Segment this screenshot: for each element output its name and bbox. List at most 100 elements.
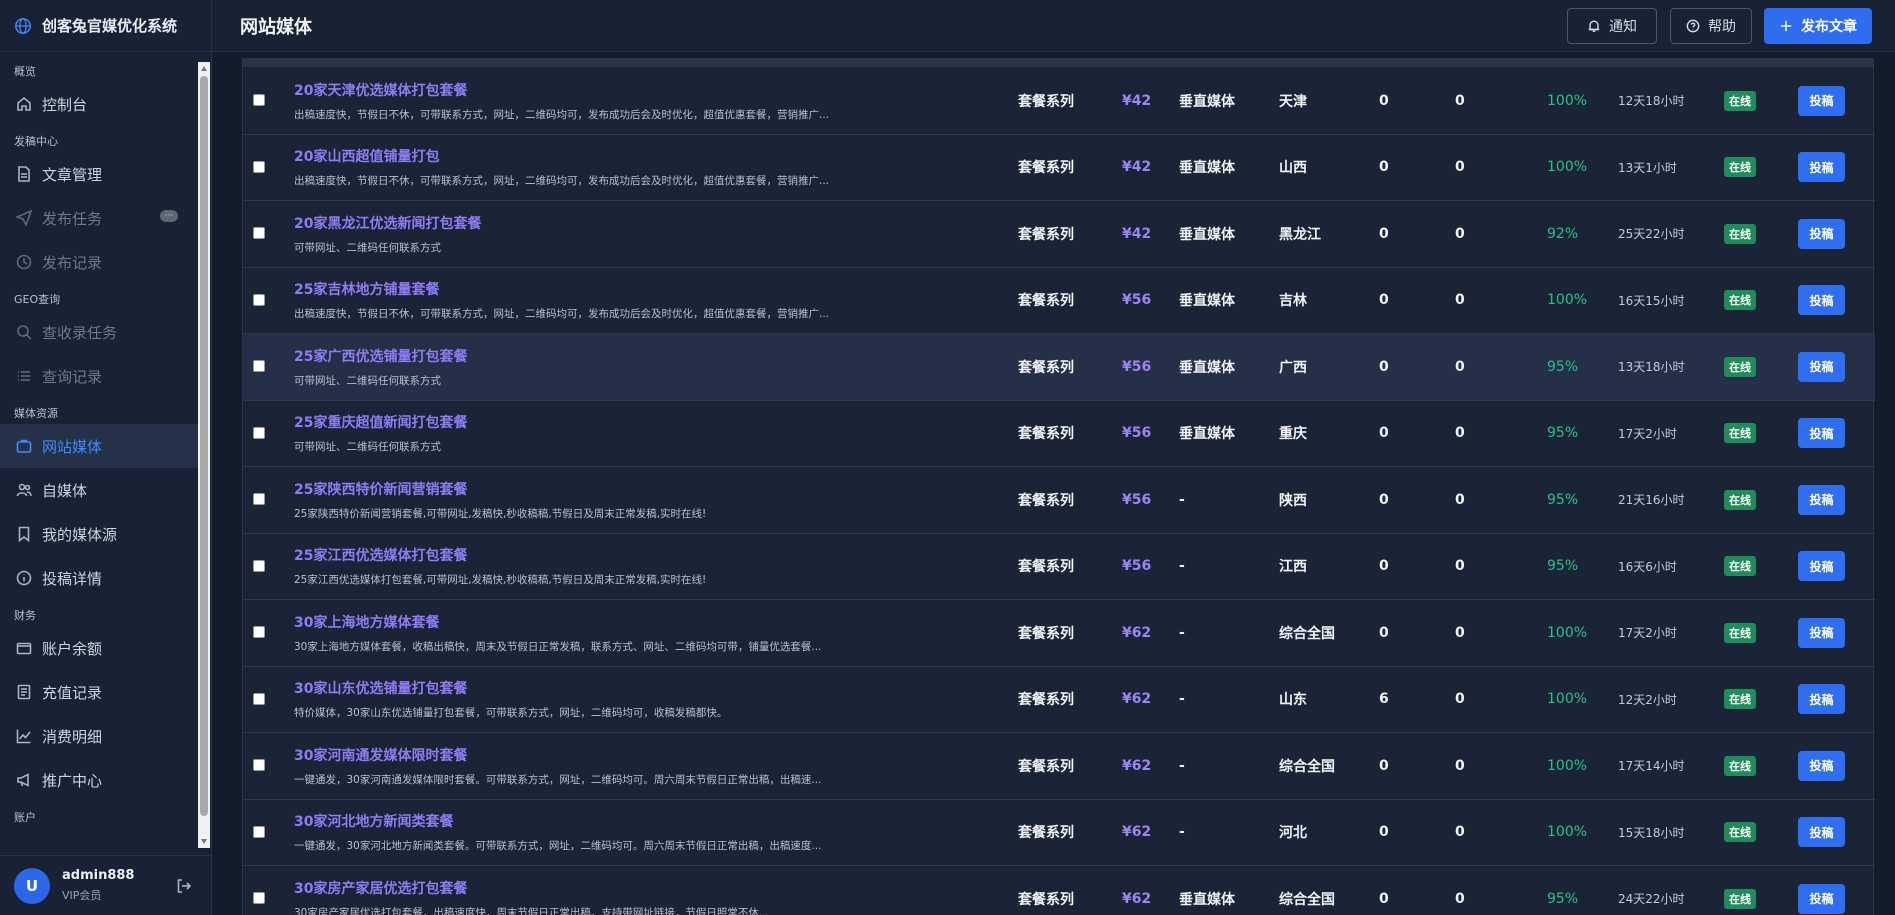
media-desc: 特价媒体，30家山东优选铺量打包套餐，可带联系方式，网址，二维码均可，收稿发稿都… — [294, 707, 728, 720]
count-cell-2: 0 — [1455, 92, 1465, 109]
table-row[interactable]: 20家天津优选媒体打包套餐 出稿速度快，节假日不休，可带联系方式，网址，二维码均可… — [243, 68, 1875, 135]
media-title[interactable]: 30家河北地方新闻类套餐 — [294, 811, 453, 831]
sidebar-item-dashboard[interactable]: 控制台 — [0, 82, 198, 126]
type-cell: 垂直媒体 — [1179, 160, 1235, 177]
submit-button[interactable]: 投稿 — [1798, 684, 1845, 715]
table-row[interactable]: 30家房产家居优选打包套餐 30家房产家居优选打包套餐，出稿速度快，周末节假日正常… — [243, 866, 1875, 915]
submit-button[interactable]: 投稿 — [1798, 418, 1845, 449]
logout-icon[interactable] — [176, 878, 192, 894]
publish-article-button[interactable]: 发布文章 — [1764, 8, 1872, 44]
table-row[interactable]: 30家河南通发媒体限时套餐 一键通发，30家河南通发媒体限时套餐。可带联系方式，网… — [243, 733, 1875, 800]
row-checkbox[interactable] — [253, 559, 265, 572]
type-cell: - — [1179, 691, 1185, 708]
price-cell: ¥62 — [1122, 757, 1152, 774]
table-row[interactable]: 25家江西优选媒体打包套餐 25家江西优选媒体打包套餐,可带网址,发稿快,秒收稿稿… — [243, 534, 1875, 600]
sidebar-item-recharge[interactable]: 充值记录 — [0, 670, 198, 714]
row-checkbox[interactable] — [253, 360, 265, 372]
avatar[interactable]: U — [14, 867, 50, 904]
sidebar-item-submission-detail[interactable]: 投稿详情 — [0, 556, 198, 600]
table-row[interactable]: 20家黑龙江优选新闻打包套餐 可带网址、二维码任何联系方式 套餐系列 ¥42 垂直媒体 黑… — [243, 201, 1875, 268]
row-checkbox[interactable] — [253, 94, 265, 106]
submit-button[interactable]: 投稿 — [1798, 817, 1845, 848]
table-row[interactable]: 25家重庆超值新闻打包套餐 可带网址、二维码任何联系方式 套餐系列 ¥56 垂直媒体 重庆… — [243, 401, 1875, 467]
submit-button[interactable]: 投稿 — [1798, 883, 1845, 914]
status-cell: 在线 — [1724, 866, 1756, 915]
region-cell: 陕西 — [1279, 492, 1307, 509]
media-title[interactable]: 25家广西优选铺量打包套餐 — [294, 346, 467, 366]
region-cell: 天津 — [1279, 93, 1307, 110]
media-desc: 30家房产家居优选打包套餐，出稿速度快，周末节假日正常出稿，支持带网址链接，节假… — [294, 906, 769, 915]
submit-button[interactable]: 投稿 — [1798, 617, 1845, 648]
media-title[interactable]: 20家天津优选媒体打包套餐 — [294, 80, 467, 100]
media-title[interactable]: 25家吉林地方铺量套餐 — [294, 279, 439, 299]
submit-button[interactable]: 投稿 — [1798, 551, 1845, 582]
media-title[interactable]: 25家江西优选媒体打包套餐 — [294, 545, 467, 565]
series-cell: 套餐系列 — [1018, 160, 1074, 177]
sidebar-item-website-media[interactable]: 网站媒体 — [0, 424, 198, 468]
submit-button[interactable]: 投稿 — [1798, 750, 1845, 781]
scroll-up-icon[interactable] — [201, 66, 207, 71]
media-title[interactable]: 25家陕西特价新闻营销套餐 — [294, 479, 467, 499]
row-checkbox[interactable] — [253, 692, 265, 705]
sidebar-item-promotion[interactable]: 推广中心 — [0, 758, 198, 802]
row-checkbox[interactable] — [253, 293, 265, 306]
table-row[interactable]: 30家上海地方媒体套餐 30家上海地方媒体套餐，收稿出稿快，周末及节假日正常发稿，… — [243, 600, 1875, 667]
series-cell: 套餐系列 — [1018, 359, 1074, 376]
row-checkbox[interactable] — [253, 626, 265, 638]
media-title[interactable]: 30家上海地方媒体套餐 — [294, 612, 439, 632]
submit-button[interactable]: 投稿 — [1798, 85, 1845, 116]
action-cell: 投稿 — [1798, 268, 1845, 334]
sidebar-scrollbar[interactable] — [198, 62, 210, 848]
media-title[interactable]: 20家山西超值铺量打包 — [294, 146, 439, 166]
user-name: admin888 — [62, 868, 135, 883]
scroll-down-icon[interactable] — [201, 839, 207, 844]
sidebar-item-consumption[interactable]: 消费明细 — [0, 714, 198, 758]
sidebar-item-index-task[interactable]: 查收录任务 — [0, 310, 198, 354]
table-row[interactable]: 30家河北地方新闻类套餐 一键通发，30家河北地方新闻类套餐。可带联系方式，网址，… — [243, 800, 1875, 866]
sidebar-item-self-media[interactable]: 自媒体 — [0, 468, 198, 512]
help-button[interactable]: 帮助 — [1670, 8, 1752, 44]
row-checkbox[interactable] — [253, 892, 265, 904]
row-checkbox[interactable] — [253, 825, 265, 838]
type-cell: 垂直媒体 — [1179, 226, 1235, 243]
task-count-badge: ··· — [160, 210, 178, 222]
sidebar-item-my-sources[interactable]: 我的媒体源 — [0, 512, 198, 556]
sidebar-item-tasks[interactable]: 发布任务 ··· — [0, 196, 198, 240]
submit-button[interactable]: 投稿 — [1798, 484, 1845, 515]
media-title[interactable]: 30家房产家居优选打包套餐 — [294, 878, 467, 898]
row-checkbox[interactable] — [253, 426, 265, 439]
time-cell: 12天2小时 — [1618, 692, 1677, 707]
row-checkbox[interactable] — [253, 493, 265, 505]
row-checkbox[interactable] — [253, 759, 265, 771]
table-row[interactable]: 25家陕西特价新闻营销套餐 25家陕西特价新闻营销套餐,可带网址,发稿快,秒收稿稿… — [243, 467, 1875, 534]
brand[interactable]: 创客兔官媒优化系统 — [0, 0, 211, 52]
media-title[interactable]: 25家重庆超值新闻打包套餐 — [294, 412, 467, 432]
submit-button[interactable]: 投稿 — [1798, 218, 1845, 249]
sidebar-item-records[interactable]: 发布记录 — [0, 240, 198, 284]
row-checkbox[interactable] — [253, 160, 265, 173]
media-title[interactable]: 30家山东优选铺量打包套餐 — [294, 678, 467, 698]
submit-button[interactable]: 投稿 — [1798, 285, 1845, 316]
sidebar-item-label: 查收录任务 — [42, 323, 118, 342]
media-title[interactable]: 20家黑龙江优选新闻打包套餐 — [294, 213, 481, 233]
sidebar-item-articles[interactable]: 文章管理 — [0, 152, 198, 196]
table-row[interactable]: 25家吉林地方铺量套餐 出稿速度快，节假日不休，可带联系方式，网址，二维码均可，发… — [243, 268, 1875, 334]
action-cell: 投稿 — [1798, 733, 1845, 799]
row-checkbox[interactable] — [253, 227, 265, 239]
table-row[interactable]: 25家广西优选铺量打包套餐 可带网址、二维码任何联系方式 套餐系列 ¥56 垂直媒体 广西… — [243, 334, 1875, 401]
scrollbar-thumb[interactable] — [200, 76, 208, 816]
media-title[interactable]: 30家河南通发媒体限时套餐 — [294, 745, 467, 765]
table-row[interactable]: 30家山东优选铺量打包套餐特价媒体，30家山东优选铺量打包套餐，可带联系方式，网… — [243, 667, 1875, 733]
submit-button[interactable]: 投稿 — [1798, 351, 1845, 382]
sidebar-item-query-records[interactable]: 查询记录 — [0, 354, 198, 398]
table-row[interactable]: 20家山西超值铺量打包 出稿速度快，节假日不休，可带联系方式，网址，二维码均可，发… — [243, 135, 1875, 201]
submit-button[interactable]: 投稿 — [1798, 152, 1845, 183]
sidebar-item-balance[interactable]: 账户余额 — [0, 626, 198, 670]
count-cell-1: 0 — [1379, 491, 1389, 508]
nav-group-account: 账户 — [14, 811, 36, 824]
success-rate-cell: 100% — [1547, 159, 1588, 176]
status-badge: 在线 — [1724, 423, 1756, 444]
status-badge: 在线 — [1724, 689, 1756, 710]
time-cell: 17天2小时 — [1618, 626, 1677, 641]
notify-button[interactable]: 通知 — [1567, 8, 1657, 44]
